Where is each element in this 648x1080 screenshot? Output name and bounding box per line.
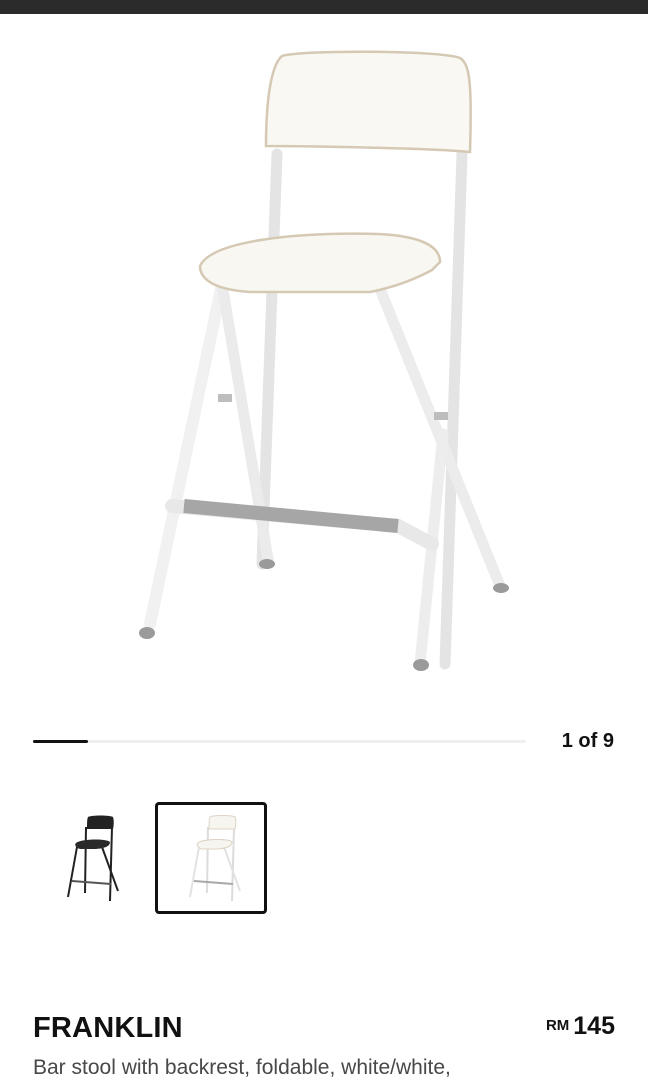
product-description: Bar stool with backrest, foldable, white… <box>33 1056 451 1079</box>
price-amount: 145 <box>573 1012 615 1040</box>
product-price: RM 145 <box>546 1012 615 1041</box>
black-bar-stool-thumbnail-icon <box>67 815 119 902</box>
product-main-image[interactable] <box>0 14 648 714</box>
thumbnail-strip <box>33 802 333 918</box>
thumbnail-white-bar-stool[interactable] <box>155 802 267 914</box>
price-currency: RM <box>545 1017 570 1034</box>
image-counter: 1 of 9 <box>561 730 614 752</box>
product-name: FRANKLIN <box>33 1012 183 1044</box>
progress-indicator <box>33 740 88 743</box>
white-bar-stool-thumbnail-icon <box>189 815 241 902</box>
white-bar-stool-image <box>139 50 509 671</box>
gallery-progress: 1 of 9 <box>33 728 623 756</box>
status-bar <box>0 0 648 14</box>
thumbnail-black-bar-stool[interactable] <box>33 802 145 914</box>
progress-track <box>33 740 526 743</box>
